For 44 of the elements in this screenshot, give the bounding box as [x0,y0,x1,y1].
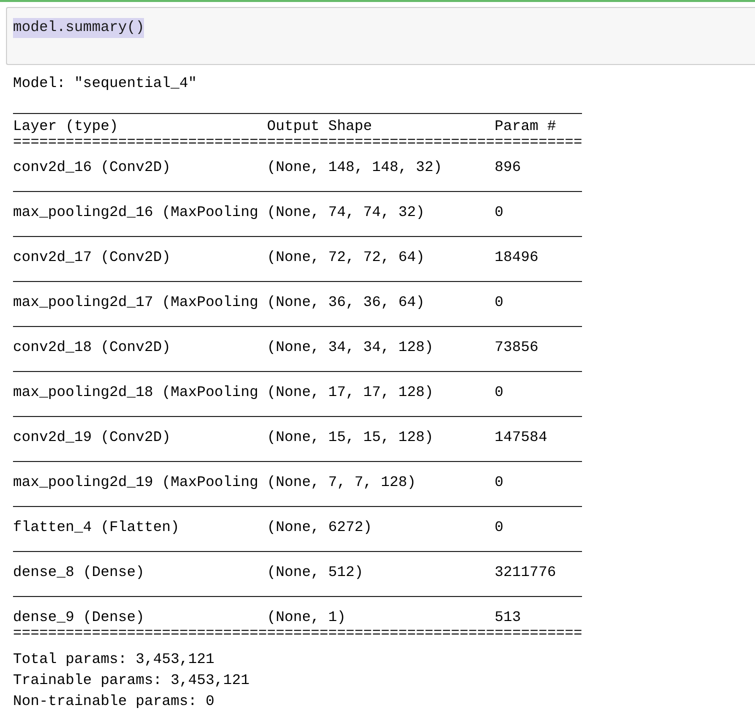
shape-cell-text: (None, 34, 34, 128) [266,339,434,358]
double-rule: ================================================================= [13,139,584,147]
shape-cell-text: (None, 15, 15, 128) [266,429,434,448]
layer-cell-text: max_pooling2d_18 (MaxPooling [13,384,260,403]
shape-cell-text: (None, 148, 148, 32) [266,159,444,178]
param-cell-text: 73856 [494,339,538,358]
shape-cell-text: (None, 6272) [266,519,374,538]
param-cell-text: 0 [494,294,504,313]
param-cell-text: 0 [494,474,504,493]
code-cell[interactable]: model.summary() [6,7,755,65]
column-header: Output Shape [266,118,374,137]
param-cell-text: 0 [494,204,504,223]
layer-cell-text: conv2d_16 (Conv2D) [13,159,172,178]
param-cell-text: 0 [494,519,504,538]
code-text: model.summary() [13,18,144,38]
layer-cell-text: max_pooling2d_19 (MaxPooling [13,474,260,493]
shape-cell-text: (None, 17, 17, 128) [266,384,434,403]
layer-cell-text: dense_8 (Dense) [13,564,146,583]
shape-cell-text: (None, 36, 36, 64) [266,294,426,313]
param-cell-text: 896 [494,159,521,178]
layer-cell-text: conv2d_17 (Conv2D) [13,249,172,268]
layer-cell-text: max_pooling2d_17 (MaxPooling [13,294,260,313]
param-cell-text: 513 [494,609,521,628]
layer-cell-text: conv2d_18 (Conv2D) [13,339,172,358]
column-header: Layer (type) [13,118,120,137]
double-rule: ================================================================= [13,630,584,638]
param-cell-text: 147584 [494,429,548,448]
shape-cell-text: (None, 74, 74, 32) [266,204,426,223]
params-total: Total params: 3,453,121 [13,651,216,670]
params-total: Non-trainable params: 0 [13,693,216,709]
shape-cell-text: (None, 7, 7, 128) [266,474,417,493]
params-total: Trainable params: 3,453,121 [13,672,250,691]
layer-cell-text: conv2d_19 (Conv2D) [13,429,172,448]
layer-cell-text: dense_9 (Dense) [13,609,146,628]
param-cell-text: 0 [494,384,504,403]
shape-cell-text: (None, 72, 72, 64) [266,249,426,268]
model-name: Model: "sequential_4" [13,75,198,94]
param-cell-text: 3211776 [494,564,556,583]
shape-cell-text: (None, 1) [266,609,347,628]
shape-cell-text: (None, 512) [266,564,364,583]
layer-cell-text: max_pooling2d_16 (MaxPooling [13,204,260,223]
layer-cell-text: flatten_4 (Flatten) [13,519,180,538]
column-header: Param # [494,118,556,137]
param-cell-text: 18496 [494,249,538,268]
